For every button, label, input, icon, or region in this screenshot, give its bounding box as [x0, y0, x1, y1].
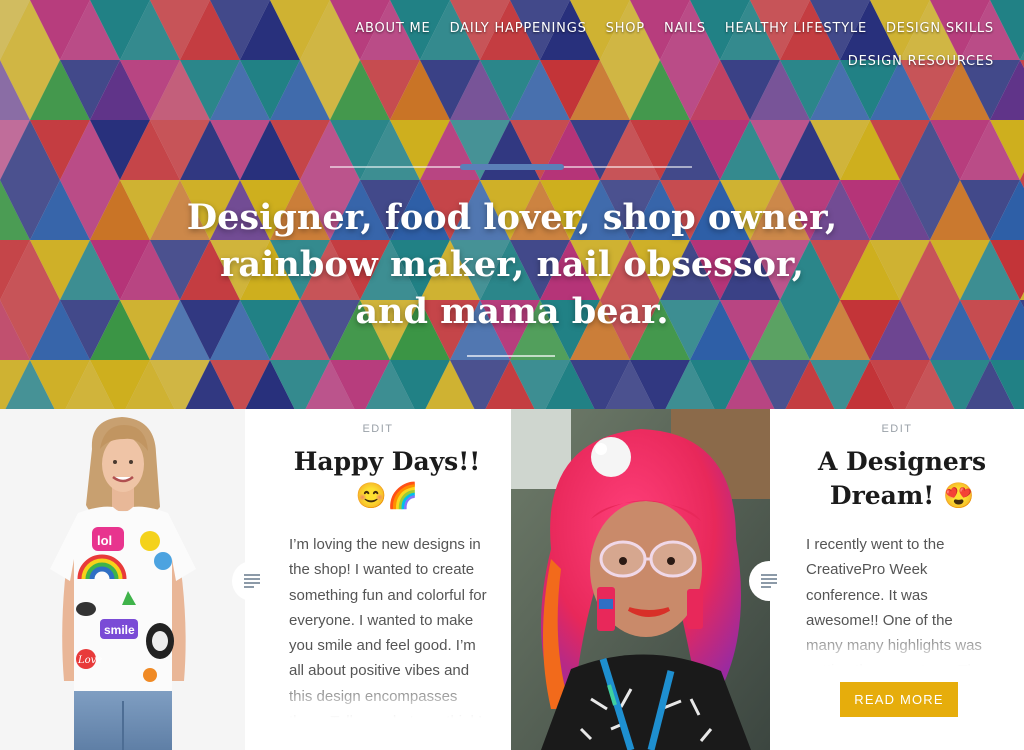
- woman-tshirt-image: lol smile Love: [0, 409, 245, 750]
- standard-post-icon: [749, 561, 789, 601]
- hero-divider-accent: [460, 164, 564, 170]
- nav-about-me[interactable]: ABOUT ME: [355, 12, 430, 45]
- post-card-happy-days: EDIT Happy Days!! 😊🌈 I’m loving the new …: [232, 409, 511, 750]
- hero-divider-bottom: [467, 355, 555, 357]
- post-title[interactable]: A Designers Dream! 😍: [810, 445, 994, 513]
- read-more-button[interactable]: READ MORE: [840, 682, 958, 717]
- edit-link[interactable]: EDIT: [770, 423, 1024, 435]
- edit-link[interactable]: EDIT: [245, 423, 511, 435]
- pink-hair-selfie-image: [511, 409, 770, 750]
- svg-text:smile: smile: [104, 623, 135, 637]
- nav-design-skills[interactable]: DESIGN SKILLS: [886, 12, 994, 45]
- post-title[interactable]: Happy Days!! 😊🌈: [283, 445, 491, 513]
- hero-divider-top: [330, 164, 692, 170]
- hero-header: ABOUT ME DAILY HAPPENINGS SHOP NAILS HEALTHY…: [0, 0, 1024, 409]
- main-navigation: ABOUT ME DAILY HAPPENINGS SHOP NAILS HEALTHY…: [314, 12, 994, 78]
- standard-post-icon: [232, 561, 272, 601]
- nav-design-resources[interactable]: DESIGN RESOURCES: [848, 45, 994, 78]
- svg-text:Love: Love: [77, 655, 102, 666]
- excerpt-fade: [289, 678, 489, 718]
- nav-nails[interactable]: NAILS: [664, 12, 706, 45]
- site-tagline: Designer, food lover, shop owner, rainbo…: [186, 197, 838, 332]
- post-grid: lol smile Love EDIT Happy Days!! 😊🌈 I’m: [0, 409, 1024, 750]
- svg-text:lol: lol: [97, 533, 112, 548]
- nav-shop[interactable]: SHOP: [606, 12, 645, 45]
- post-thumbnail-designers-dream[interactable]: [511, 409, 770, 750]
- excerpt-fade: [806, 626, 992, 666]
- nav-daily-happenings[interactable]: DAILY HAPPENINGS: [450, 12, 587, 45]
- post-thumbnail-happy-days[interactable]: lol smile Love: [0, 409, 245, 750]
- nav-healthy-lifestyle[interactable]: HEALTHY LIFESTYLE: [725, 12, 867, 45]
- post-excerpt: I’m loving the new designs in the shop! …: [289, 532, 489, 718]
- post-excerpt: I recently went to the CreativePro Week …: [806, 532, 992, 666]
